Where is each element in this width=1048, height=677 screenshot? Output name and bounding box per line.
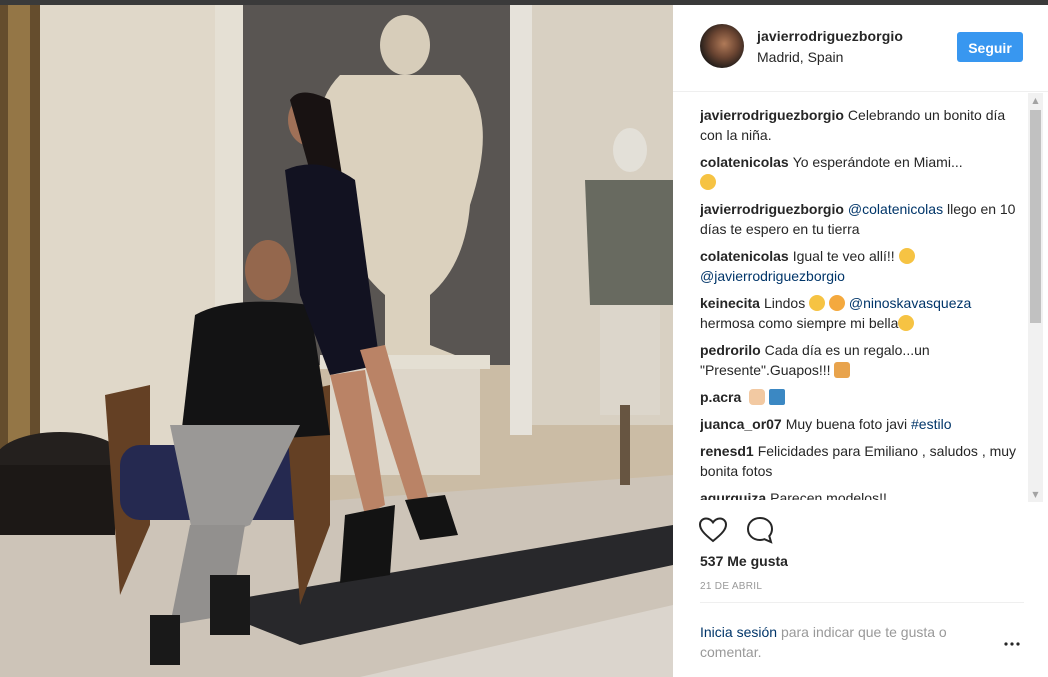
more-options-icon[interactable] [1002, 636, 1022, 652]
comment-username[interactable]: renesd1 [700, 443, 754, 459]
comment-username[interactable]: agurquiza [700, 490, 766, 500]
comments-scrollbar[interactable]: ▲ ▼ [1028, 93, 1043, 502]
list-item: colatenicolas Yo esperándote en Miami... [700, 152, 1028, 192]
list-item: pedrorilo Cada día es un regalo...un "Pre… [700, 340, 1028, 380]
post-sidebar: javierrodriguezborgio Madrid, Spain Segu… [673, 5, 1048, 677]
top-arrow-icon [769, 389, 786, 405]
likes-count[interactable]: 537 Me gusta [700, 553, 788, 569]
comment-text: Muy buena foto javi [785, 416, 908, 432]
smiling-face-icon [809, 295, 826, 311]
comment-mention[interactable]: @ninoskavasqueza [849, 295, 971, 311]
comment-icon[interactable] [745, 515, 775, 545]
list-item: p.acra [700, 387, 1028, 407]
comment-username[interactable]: javierrodriguezborgio [700, 201, 844, 217]
comment-mention[interactable]: @colatenicolas [848, 201, 943, 217]
photo-illustration [0, 5, 673, 677]
scroll-up-arrow-icon[interactable]: ▲ [1028, 93, 1043, 108]
list-item: javierrodriguezborgio @colatenicolas lleg… [700, 199, 1028, 239]
comment-username[interactable]: p.acra [700, 389, 741, 405]
post-location[interactable]: Madrid, Spain [757, 49, 843, 65]
divider [700, 602, 1024, 603]
comment-username[interactable]: colatenicolas [700, 154, 789, 170]
kiss-face-icon [828, 295, 845, 311]
smiling-face-icon [898, 315, 915, 331]
avatar[interactable] [700, 24, 744, 68]
post-header: javierrodriguezborgio Madrid, Spain Segu… [673, 5, 1048, 92]
login-prompt: Inicia sesión para indicar que te gusta … [700, 622, 1000, 662]
comment-hashtag[interactable]: #estilo [911, 416, 951, 432]
weary-face-icon [700, 174, 716, 190]
list-item: colatenicolas Igual te veo allí!! @javier… [700, 246, 1028, 286]
login-link[interactable]: Inicia sesión [700, 624, 777, 640]
comment-text: Lindos [763, 295, 806, 311]
ok-hand-icon [749, 389, 766, 405]
post-date: 21 DE ABRIL [700, 581, 763, 592]
comments-list: javierrodriguezborgio Celebrando un bonit… [700, 105, 1028, 500]
person-bowing-icon [834, 362, 851, 378]
comment-username[interactable]: juanca_or07 [700, 416, 782, 432]
post-photo[interactable] [0, 5, 673, 677]
list-item: javierrodriguezborgio Celebrando un bonit… [700, 105, 1028, 145]
comment-username[interactable]: pedrorilo [700, 342, 761, 358]
comment-text: Igual te veo allí!! [792, 248, 895, 264]
comment-text: Yo esperándote en Miami... [792, 154, 963, 170]
comment-username[interactable]: keinecita [700, 295, 760, 311]
scroll-down-arrow-icon[interactable]: ▼ [1028, 487, 1043, 502]
post-actions [698, 515, 898, 545]
scroll-thumb[interactable] [1030, 110, 1041, 323]
comment-mention[interactable]: @javierrodriguezborgio [700, 268, 845, 284]
follow-button[interactable]: Seguir [957, 32, 1023, 62]
list-item: renesd1 Felicidades para Emiliano , salud… [700, 441, 1028, 481]
list-item: agurquiza Parecen modelos!! [700, 488, 1028, 500]
post-username[interactable]: javierrodriguezborgio [757, 28, 903, 44]
comment-text: Parecen modelos!! [770, 490, 887, 500]
comment-username[interactable]: javierrodriguezborgio [700, 107, 844, 123]
smiling-face-icon [898, 248, 915, 264]
comment-username[interactable]: colatenicolas [700, 248, 789, 264]
heart-icon[interactable] [698, 515, 728, 545]
list-item: keinecita Lindos @ninoskavasqueza hermosa… [700, 293, 1028, 333]
comment-text-continued: hermosa como siempre mi bella [700, 315, 899, 331]
list-item: juanca_or07 Muy buena foto javi #estilo [700, 414, 1028, 434]
